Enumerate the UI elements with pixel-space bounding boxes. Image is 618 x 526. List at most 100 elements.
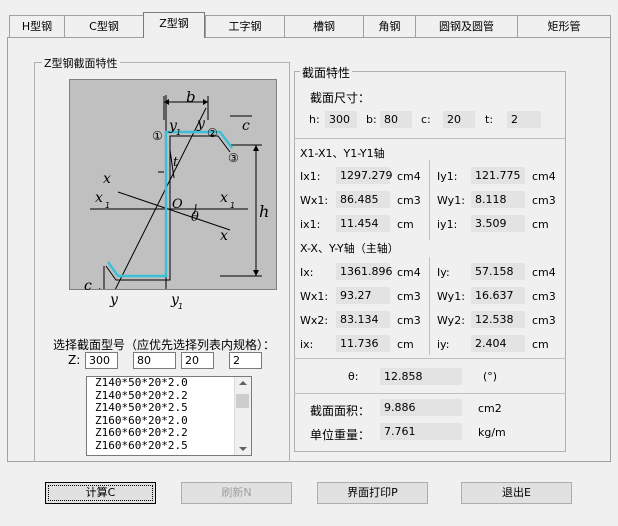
theta-unit: (°) [483,370,498,383]
wx1-main-label: Wx1: [300,290,329,303]
iy1r-label: iy1: [437,218,458,231]
ix1r-value: 11.454 [336,215,390,232]
dim-c-field-label: c: [421,113,431,126]
weight-value: 7.761 [380,423,462,440]
dims-title: 截面尺寸： [310,91,371,105]
wy1-unit: cm3 [532,194,556,207]
ix1-unit: cm4 [397,170,421,183]
wy2-value: 12.538 [471,311,525,328]
wx1-main-unit: cm3 [397,290,421,303]
wy1-main-unit: cm3 [532,290,556,303]
divider [294,358,566,359]
divider [429,160,430,240]
iy-r-label: iy: [437,338,450,351]
tab-angle[interactable]: 角钢 [363,15,416,37]
tab-h-steel[interactable]: H型钢 [9,15,65,37]
z-input-t[interactable]: 2 [229,352,262,369]
dim-c-top-label: c [242,118,250,134]
area-label: 截面面积： [310,404,371,418]
origin-o-label: O [172,197,183,212]
iy1-value: 121.775 [471,167,525,184]
wx1-unit: cm3 [397,194,421,207]
list-item[interactable]: Z160*60*20*2.2 [87,426,251,440]
ix1-label: Ix1: [300,170,321,183]
ix-label: Ix: [300,266,314,279]
dim-c-value: 20 [443,111,475,128]
z-input-c[interactable]: 20 [181,352,214,369]
calc-button[interactable]: 计算C [45,482,156,504]
divider [294,393,566,394]
ix-r-value: 11.736 [336,335,390,352]
weight-label: 单位重量： [310,428,371,442]
dim-h-value: 300 [325,111,357,128]
ix-unit: cm4 [397,266,421,279]
tab-c-steel[interactable]: C型钢 [64,15,144,37]
point-3-marker: ③ [228,151,239,165]
refresh-button[interactable]: 刷新N [181,482,292,504]
iy1-unit: cm4 [532,170,556,183]
dim-b-label: b [186,88,196,106]
theta-label: θ: [348,370,359,383]
section-props-group [294,71,566,452]
tab-rect-tube[interactable]: 矩形管 [517,15,611,37]
axis-y-top-label: y [197,116,205,132]
z-section-diagram: b y 1 y c ① ② ③ t x x 1 x 1 O θ x h c y … [69,79,277,311]
wy1-main-label: Wy1: [437,290,465,303]
ix-r-unit: cm [397,338,414,351]
exit-button[interactable]: 退出E [461,482,572,504]
z-label: Z: [68,353,81,367]
axis-x1-left-sub: 1 [105,201,111,210]
axis-x1-left-label: x [95,190,103,206]
z-section-svg [90,95,262,289]
scroll-thumb[interactable] [236,394,249,408]
axis1-title: X1-X1、Y1-Y1轴 [300,147,385,160]
ix-r-label: ix: [300,338,314,351]
iy-label: Iy: [437,266,450,279]
wy2-unit: cm3 [532,314,556,327]
list-item[interactable]: Z140*50*20*2.5 [87,401,251,415]
tab-z-steel[interactable]: Z型钢 [143,12,205,38]
tab-channel[interactable]: 槽钢 [284,15,364,37]
list-item[interactable]: Z160*60*20*2.5 [87,439,251,453]
dim-b-field-label: b: [366,113,377,126]
area-unit: cm2 [478,402,502,415]
wx2-unit: cm3 [397,314,421,327]
theta-value: 12.858 [380,368,462,385]
ix1r-label: ix1: [300,218,321,231]
tab-round-tube[interactable]: 圆钢及圆管 [415,15,518,37]
list-scrollbar[interactable] [234,377,251,455]
wy1-value: 8.118 [471,191,525,208]
wx1-label: Wx1: [300,194,329,207]
select-section-label: 选择截面型号（应优先选择列表内规格）： [53,338,276,352]
z-input-b[interactable]: 80 [133,352,176,369]
axis-x-right-label: x [220,228,228,244]
section-spec-list[interactable]: Z140*50*20*2.0 Z140*50*20*2.2 Z140*50*20… [86,376,252,456]
wx2-value: 83.134 [336,311,390,328]
wy2-label: Wy2: [437,314,465,327]
divider [294,138,566,139]
weight-unit: kg/m [478,426,506,439]
axis-x-left-label: x [103,171,111,187]
iy1r-unit: cm [532,218,549,231]
wy1-main-value: 16.637 [471,287,525,304]
print-button[interactable]: 界面打印P [317,482,428,504]
iy-r-unit: cm [532,338,549,351]
divider [429,257,430,355]
scroll-down-icon[interactable] [239,447,247,451]
axis-x1-right-sub: 1 [230,201,236,210]
tab-i-beam[interactable]: 工字钢 [205,15,285,37]
z-input-h[interactable]: 300 [85,352,118,369]
iy-value: 57.158 [471,263,525,280]
scroll-up-icon[interactable] [239,381,247,385]
right-group-title: 截面特性 [300,64,353,81]
axis-y-bottom-label: y [110,292,118,308]
wy1-label: Wy1: [437,194,465,207]
iy1-label: Iy1: [437,170,458,183]
dim-t-label: t [173,155,179,170]
wx1-main-value: 93.27 [336,287,390,304]
ix1r-unit: cm [397,218,414,231]
list-item[interactable]: Z140*50*20*2.0 [87,377,251,390]
point-1-marker: ① [152,129,163,143]
iy1r-value: 3.509 [471,215,525,232]
axis2-title: X-X、Y-Y轴（主轴） [300,242,399,255]
